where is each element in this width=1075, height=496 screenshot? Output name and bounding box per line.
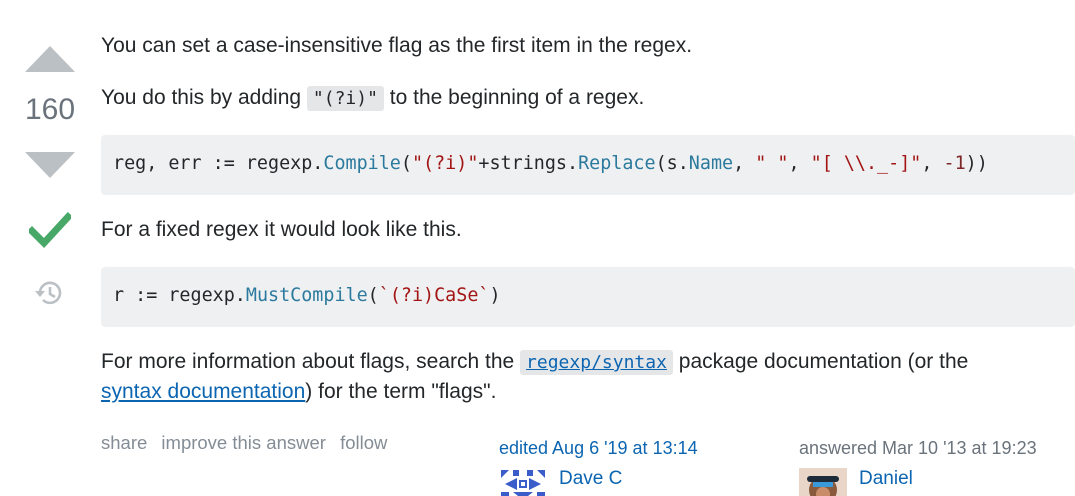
paragraph-text: For more information about flags, search…	[101, 350, 515, 373]
code-token: -1	[943, 153, 966, 174]
identicon-avatar[interactable]	[499, 468, 547, 496]
inline-code: "(?i)"	[306, 86, 384, 111]
code-token: Replace	[578, 153, 656, 174]
code-token: "[ \\._-]"	[810, 153, 922, 174]
vote-cell: 160	[0, 0, 100, 496]
arrow-up-icon[interactable]	[25, 46, 75, 72]
paragraph-text: package documentation (or the	[678, 350, 969, 373]
code-token: reg, err := regexp.	[113, 153, 324, 174]
code-token: `(?i)CaSe`	[378, 285, 490, 306]
history-icon[interactable]	[34, 278, 64, 308]
edited-timestamp-link[interactable]: edited Aug 6 '19 at 13:14	[499, 438, 698, 459]
improve-answer-link[interactable]: improve this answer	[161, 432, 326, 453]
photo-avatar[interactable]	[799, 468, 847, 496]
paragraph-text: to the beginning of a regex.	[389, 86, 645, 109]
vote-count: 160	[24, 93, 76, 126]
code-token: +strings.	[478, 153, 579, 174]
code-token: ,	[921, 153, 944, 174]
code-block: reg, err := regexp.Compile("(?i)"+string…	[101, 135, 1075, 195]
answer-paragraph: You can set a case-insensitive flag as t…	[101, 34, 693, 57]
code-token: ,	[788, 153, 811, 174]
code-token: " "	[755, 153, 789, 174]
author-name-link[interactable]: Daniel	[859, 468, 913, 490]
editor-name-link[interactable]: Dave C	[559, 468, 622, 490]
code-token: Compile	[323, 153, 401, 174]
code-token: r := regexp.	[113, 285, 246, 306]
checkmark-icon	[29, 212, 71, 249]
edited-signature: edited Aug 6 '19 at 13:14 Dave C	[499, 438, 698, 496]
code-token: ,	[733, 153, 756, 174]
regexp-syntax-link[interactable]: regexp/syntax	[520, 350, 673, 375]
code-token: "(?i)"	[411, 153, 479, 174]
arrow-down-icon[interactable]	[25, 152, 75, 178]
code-token: Name	[688, 153, 734, 174]
follow-link[interactable]: follow	[340, 432, 387, 453]
share-link[interactable]: share	[101, 432, 147, 453]
answer-paragraph: You do this by adding "(?i)" to the begi…	[101, 83, 644, 114]
code-token: MustCompile	[245, 285, 368, 306]
answered-signature: answered Mar 10 '13 at 19:23 Daniel	[799, 438, 1037, 496]
code-token: ))	[965, 153, 988, 174]
answered-timestamp: answered Mar 10 '13 at 19:23	[799, 438, 1037, 458]
answer-paragraph: For more information about flags, search…	[101, 347, 968, 378]
paragraph-text: You do this by adding	[101, 86, 302, 109]
answer-paragraph: For a fixed regex it would look like thi…	[101, 218, 462, 241]
paragraph-text: ) for the term "flags".	[305, 380, 497, 403]
code-token: (	[367, 285, 379, 306]
code-token: (	[400, 153, 412, 174]
code-token: (s.	[655, 153, 689, 174]
answer-paragraph: syntax documentation) for the term "flag…	[101, 377, 496, 407]
code-block: r := regexp.MustCompile(`(?i)CaSe`)	[101, 267, 1075, 327]
post-menu: share improve this answer follow	[101, 432, 396, 454]
code-token: )	[489, 285, 501, 306]
syntax-documentation-link[interactable]: syntax documentation	[101, 380, 305, 403]
